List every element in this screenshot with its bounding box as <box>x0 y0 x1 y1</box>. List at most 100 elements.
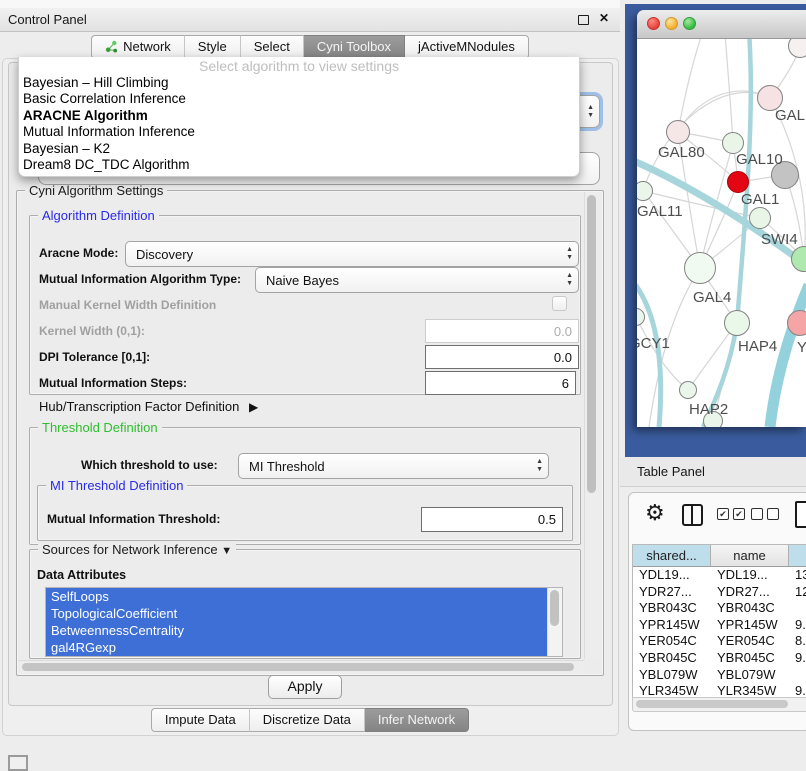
network-node[interactable] <box>787 310 806 336</box>
algorithm-option[interactable]: Mutual Information Inference <box>19 124 579 140</box>
network-node[interactable] <box>749 207 771 229</box>
algorithm-option[interactable]: ARACNE Algorithm <box>19 108 579 124</box>
table-body: YDL19...YDL19...13YDR27...YDR27...12YBR0… <box>633 567 806 698</box>
network-node[interactable] <box>727 171 749 193</box>
network-node-label: GAL11 <box>637 203 683 220</box>
network-node[interactable] <box>679 381 697 399</box>
data-attribute-item[interactable]: TopologicalCoefficient <box>46 605 562 622</box>
mi-threshold-field[interactable]: 0.5 <box>421 507 563 532</box>
table-cell[interactable] <box>789 667 806 684</box>
control-panel-titlebar: Control Panel ✕ <box>0 8 620 32</box>
table-cell[interactable] <box>789 600 806 617</box>
table-horizontal-scrollbar[interactable] <box>632 697 806 712</box>
algorithm-option-list: Bayesian – Hill ClimbingBasic Correlatio… <box>19 75 579 173</box>
data-attributes-list[interactable]: SelfLoopsTopologicalCoefficientBetweenne… <box>45 587 563 657</box>
table-cell[interactable]: YPR145W <box>711 617 789 634</box>
network-node[interactable] <box>724 310 750 336</box>
data-attributes-label: Data Attributes <box>37 568 126 582</box>
column-header-a[interactable]: A <box>789 545 806 567</box>
tab-impute-data[interactable]: Impute Data <box>151 708 250 732</box>
minimized-panel-icon[interactable] <box>8 755 28 771</box>
table-cell[interactable]: YDL19... <box>633 567 711 584</box>
table-cell[interactable]: YLR345W <box>711 683 789 698</box>
document-icon[interactable] <box>795 501 806 528</box>
tab-style[interactable]: Style <box>185 35 241 59</box>
mi-type-combobox[interactable]: Naive Bayes ▲▼ <box>255 267 579 293</box>
tab-discretize-data[interactable]: Discretize Data <box>250 708 365 732</box>
table-row[interactable]: YDL19...YDL19...13 <box>633 567 806 584</box>
table-row[interactable]: YBR043CYBR043C <box>633 600 806 617</box>
table-cell[interactable]: YBR045C <box>633 650 711 667</box>
network-window-titlebar[interactable] <box>637 10 806 39</box>
table-cell[interactable]: YBL079W <box>711 667 789 684</box>
data-attribute-item[interactable]: SelfLoops <box>46 588 562 605</box>
table-row[interactable]: YBL079WYBL079W <box>633 667 806 684</box>
algorithm-option[interactable]: Bayesian – Hill Climbing <box>19 75 579 91</box>
network-node[interactable] <box>666 120 690 144</box>
apply-button[interactable]: Apply <box>268 675 342 699</box>
table-cell[interactable]: 9. <box>789 650 806 667</box>
table-cell[interactable]: YPR145W <box>633 617 711 634</box>
table-cell[interactable]: YDR27... <box>633 584 711 601</box>
which-threshold-value: MI Threshold <box>249 459 325 474</box>
table-cell[interactable]: YER054C <box>633 633 711 650</box>
data-attribute-item[interactable]: gal4RGexp <box>46 639 562 656</box>
table-cell[interactable]: YBR043C <box>633 600 711 617</box>
table-cell[interactable]: 9. <box>789 683 806 698</box>
table-cell[interactable]: 13 <box>789 567 806 584</box>
column-header-shared-[interactable]: shared... <box>633 545 711 567</box>
tab-infer-network[interactable]: Infer Network <box>365 708 469 732</box>
dpi-tolerance-field[interactable]: 0.0 <box>425 345 579 369</box>
network-canvas[interactable]: GALGAL80GAL10GAL1SWI4GAL11GAL4GCY1HAP4YH… <box>637 39 806 427</box>
float-window-icon[interactable] <box>578 15 589 25</box>
gear-icon[interactable]: ⚙ <box>645 502 665 524</box>
split-view-icon[interactable] <box>682 504 703 526</box>
dropdown-placeholder: Select algorithm to view settings <box>19 57 579 75</box>
algorithm-option[interactable]: Basic Correlation Inference <box>19 91 579 107</box>
mi-steps-field[interactable]: 6 <box>425 371 576 395</box>
table-cell[interactable]: YDL19... <box>711 567 789 584</box>
combo-arrows-icon: ▲▼ <box>536 458 543 474</box>
tab-label: Network <box>123 39 171 54</box>
close-panel-icon[interactable]: ✕ <box>599 11 609 25</box>
network-node[interactable] <box>684 252 716 284</box>
algorithm-option[interactable]: Bayesian – K2 <box>19 141 579 157</box>
table-row[interactable]: YPR145WYPR145W9. <box>633 617 806 634</box>
table-cell[interactable]: 12 <box>789 584 806 601</box>
kernel-width-field[interactable]: 0.0 <box>425 319 579 343</box>
tab-select[interactable]: Select <box>241 35 304 59</box>
table-cell[interactable]: YER054C <box>711 633 789 650</box>
table-row[interactable]: YBR045CYBR045C9. <box>633 650 806 667</box>
table-row[interactable]: YER054CYER054C8. <box>633 633 806 650</box>
tab-network[interactable]: Network <box>91 35 185 59</box>
table-cell[interactable]: YLR345W <box>633 683 711 698</box>
threshold-definition-title: Threshold Definition <box>38 420 162 435</box>
zoom-window-icon[interactable] <box>683 17 696 30</box>
data-attribute-item[interactable]: BetweennessCentrality <box>46 622 562 639</box>
manual-kernel-checkbox[interactable] <box>552 296 567 311</box>
tab-jactivemnodules[interactable]: jActiveMNodules <box>405 35 529 59</box>
table-cell[interactable]: 9. <box>789 617 806 634</box>
network-view-window[interactable]: GALGAL80GAL10GAL1SWI4GAL11GAL4GCY1HAP4YH… <box>637 10 806 426</box>
hub-definition-expander[interactable]: Hub/Transcription Factor Definition ▶ <box>39 399 258 414</box>
table-cell[interactable]: 8. <box>789 633 806 650</box>
settings-horizontal-scrollbar[interactable] <box>18 660 584 674</box>
selected-columns-icon[interactable]: ✔✔ <box>717 508 745 520</box>
table-row[interactable]: YLR345WYLR345W9. <box>633 683 806 698</box>
table-cell[interactable]: YBR043C <box>711 600 789 617</box>
table-header-row: shared...nameA <box>633 545 806 567</box>
attributes-list-scrollbar[interactable] <box>547 588 562 656</box>
unselected-columns-icon[interactable] <box>751 508 779 520</box>
settings-vertical-scrollbar[interactable] <box>584 192 599 659</box>
table-cell[interactable]: YDR27... <box>711 584 789 601</box>
table-row[interactable]: YDR27...YDR27...12 <box>633 584 806 601</box>
close-window-icon[interactable] <box>647 17 660 30</box>
minimize-window-icon[interactable] <box>665 17 678 30</box>
algorithm-option[interactable]: Dream8 DC_TDC Algorithm <box>19 157 579 173</box>
table-cell[interactable]: YBR045C <box>711 650 789 667</box>
tab-cyni-toolbox[interactable]: Cyni Toolbox <box>304 35 405 59</box>
table-cell[interactable]: YBL079W <box>633 667 711 684</box>
aracne-mode-combobox[interactable]: Discovery ▲▼ <box>125 241 579 267</box>
which-threshold-combobox[interactable]: MI Threshold ▲▼ <box>238 453 549 479</box>
column-header-name[interactable]: name <box>711 545 789 567</box>
